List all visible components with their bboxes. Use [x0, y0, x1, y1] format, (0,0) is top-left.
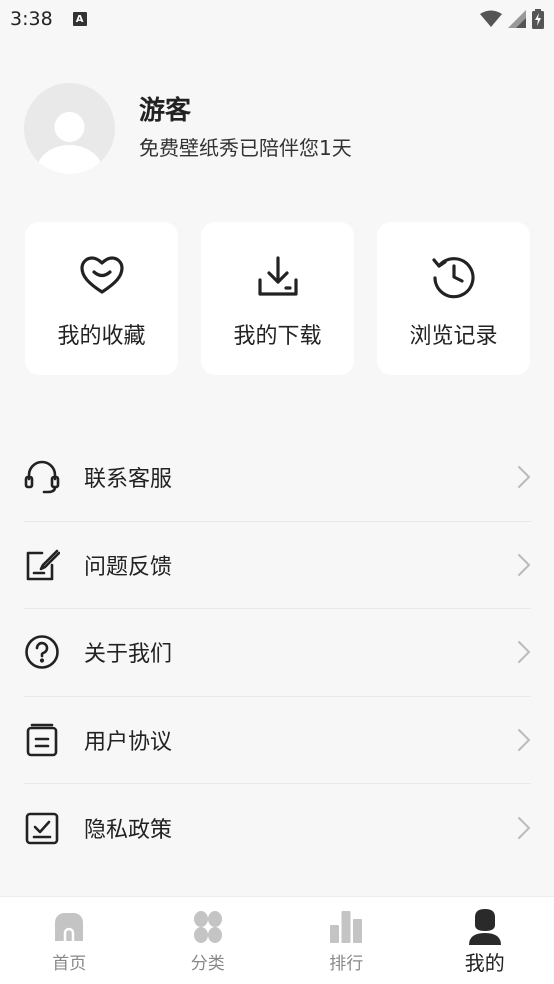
user-icon: [468, 909, 501, 945]
menu-item-about-us[interactable]: 关于我们: [24, 609, 531, 697]
shield-check-icon: [25, 812, 59, 845]
history-card[interactable]: 浏览记录: [377, 222, 530, 375]
category-icon: [193, 911, 222, 943]
menu-label: 隐私政策: [84, 817, 173, 843]
profile-text: 游客 免费壁纸秀已陪伴您1天: [139, 96, 352, 160]
nav-label: 首页: [52, 954, 87, 974]
nav-home[interactable]: 首页: [0, 897, 139, 984]
home-icon: [55, 913, 84, 941]
menu-item-contact-support[interactable]: 联系客服: [24, 434, 531, 522]
chevron-right-icon: [518, 641, 531, 664]
battery-charging-icon: [532, 9, 544, 29]
signal-icon: [508, 10, 526, 28]
mine-screen: 3:38 A 游客 免费壁纸秀已陪伴您1天 我的收藏 我的下载 浏览记录 联系客…: [0, 0, 554, 984]
menu-item-privacy-policy[interactable]: 隐私政策: [24, 784, 531, 872]
nav-ranking[interactable]: 排行: [277, 897, 416, 984]
ranking-icon: [330, 911, 363, 943]
default-avatar-icon: [36, 112, 103, 174]
menu-label: 用户协议: [84, 729, 173, 755]
nav-category[interactable]: 分类: [139, 897, 278, 984]
document-icon: [26, 723, 58, 757]
quick-actions: 我的收藏 我的下载 浏览记录: [25, 222, 530, 375]
status-time: 3:38: [10, 8, 53, 30]
download-icon: [257, 256, 298, 296]
menu-label: 联系客服: [84, 467, 173, 493]
card-label: 浏览记录: [409, 324, 498, 349]
help-icon: [25, 635, 59, 670]
chevron-right-icon: [518, 466, 531, 489]
menu-item-user-agreement[interactable]: 用户协议: [24, 697, 531, 784]
menu-item-feedback[interactable]: 问题反馈: [24, 522, 531, 609]
chevron-right-icon: [518, 728, 531, 751]
card-label: 我的收藏: [57, 324, 146, 349]
nav-label: 我的: [464, 951, 505, 975]
nav-label: 分类: [190, 954, 225, 974]
profile-header[interactable]: 游客 免费壁纸秀已陪伴您1天: [24, 83, 352, 174]
chevron-right-icon: [518, 816, 531, 839]
settings-menu: 联系客服 问题反馈 关于我们 用户协议 隐私政策: [24, 434, 531, 872]
username: 游客: [139, 96, 192, 127]
status-icons: [480, 9, 544, 29]
favorites-card[interactable]: 我的收藏: [25, 222, 178, 375]
heart-icon: [79, 256, 124, 294]
feedback-icon: [26, 549, 60, 581]
headset-icon: [24, 460, 60, 494]
menu-label: 关于我们: [84, 642, 173, 668]
profile-subtitle: 免费壁纸秀已陪伴您1天: [139, 135, 352, 160]
a-icon: A: [72, 12, 87, 26]
menu-label: 问题反馈: [84, 554, 173, 580]
avatar[interactable]: [24, 83, 115, 174]
status-bar: 3:38 A: [0, 0, 554, 38]
wifi-icon: [480, 10, 502, 27]
chevron-right-icon: [518, 553, 531, 576]
history-icon: [431, 257, 475, 299]
bottom-nav: 首页 分类 排行 我的: [0, 896, 554, 984]
nav-label: 排行: [329, 954, 364, 974]
card-label: 我的下载: [233, 324, 322, 349]
nav-mine[interactable]: 我的: [416, 897, 554, 984]
downloads-card[interactable]: 我的下载: [201, 222, 354, 375]
